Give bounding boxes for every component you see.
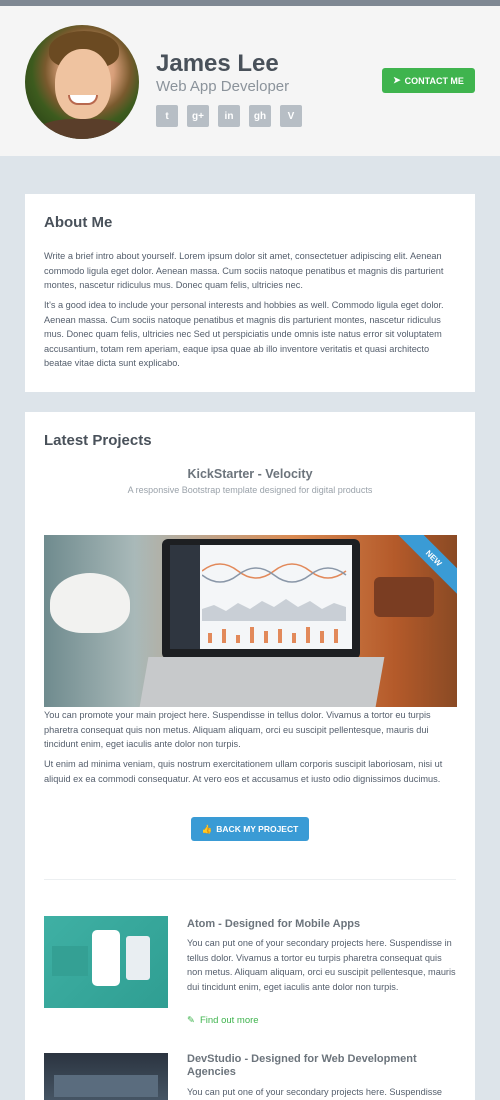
devstudio-project-description: You can put one of your secondary projec… bbox=[187, 1087, 443, 1097]
dashboard-screen bbox=[170, 545, 352, 649]
projects-title: Latest Projects bbox=[44, 432, 152, 449]
linkedin-icon[interactable]: in bbox=[218, 105, 240, 127]
about-title: About Me bbox=[44, 214, 113, 231]
devstudio-project-title[interactable]: DevStudio - Designed for Web Development… bbox=[187, 1053, 462, 1079]
phone-mockup bbox=[92, 930, 120, 986]
teapot-shape bbox=[50, 573, 130, 633]
dashboard-chart bbox=[202, 563, 347, 643]
google-plus-icon[interactable]: g+ bbox=[187, 105, 209, 127]
twitter-icon[interactable]: t bbox=[156, 105, 178, 127]
featured-project-paragraph-1: You can promote your main project here. … bbox=[44, 710, 431, 749]
about-paragraph-1: Write a brief intro about yourself. Lore… bbox=[44, 251, 444, 290]
profile-header: James Lee Web App Developer t g+ in gh V… bbox=[0, 6, 500, 156]
profile-role: Web App Developer bbox=[156, 78, 290, 95]
stat-panel bbox=[52, 946, 88, 976]
featured-project-subtitle: A responsive Bootstrap template designed… bbox=[127, 485, 373, 495]
about-paragraph-2: It's a good idea to include your persona… bbox=[44, 300, 444, 368]
dashboard-sidebar bbox=[170, 545, 200, 649]
projects-section: Latest Projects KickStarter - Velocity A… bbox=[25, 412, 475, 1100]
external-link-icon: ✎ bbox=[187, 1015, 195, 1026]
featured-project-title[interactable]: KickStarter - Velocity bbox=[25, 467, 475, 481]
contact-me-button[interactable]: ➤ CONTACT ME bbox=[382, 68, 475, 93]
hero-banner-mockup bbox=[54, 1075, 158, 1097]
avatar-face bbox=[55, 49, 111, 119]
section-divider bbox=[44, 879, 456, 880]
atom-project-description: You can put one of your secondary projec… bbox=[187, 938, 456, 992]
featured-project-paragraph-2: Ut enim ad minima veniam, quis nostrum e… bbox=[44, 759, 443, 784]
profile-name: James Lee bbox=[156, 50, 279, 77]
vimeo-icon[interactable]: V bbox=[280, 105, 302, 127]
laptop-keyboard bbox=[139, 657, 385, 707]
laptop-screen bbox=[162, 539, 360, 659]
thumbs-up-icon: 👍 bbox=[201, 823, 213, 834]
cake-shape bbox=[374, 577, 434, 617]
avatar-shirt bbox=[33, 119, 133, 139]
about-section: About Me Write a brief intro about yours… bbox=[25, 194, 475, 392]
contact-me-label: CONTACT ME bbox=[404, 75, 464, 86]
atom-project-thumbnail[interactable] bbox=[44, 916, 168, 1008]
paper-plane-icon: ➤ bbox=[393, 75, 401, 85]
social-links: t g+ in gh V bbox=[156, 105, 302, 127]
avatar bbox=[25, 25, 139, 139]
devstudio-project-thumbnail[interactable] bbox=[44, 1053, 168, 1100]
github-icon[interactable]: gh bbox=[249, 105, 271, 127]
back-my-project-button[interactable]: 👍 BACK MY PROJECT bbox=[191, 817, 309, 841]
screen-mockup bbox=[126, 936, 150, 980]
featured-project-image[interactable]: NEW bbox=[44, 535, 457, 707]
find-out-more-label: Find out more bbox=[199, 1015, 259, 1026]
find-out-more-link[interactable]: ✎ Find out more bbox=[187, 1015, 259, 1026]
back-my-project-label: BACK MY PROJECT bbox=[216, 824, 299, 834]
atom-project-title[interactable]: Atom - Designed for Mobile Apps bbox=[187, 918, 462, 931]
